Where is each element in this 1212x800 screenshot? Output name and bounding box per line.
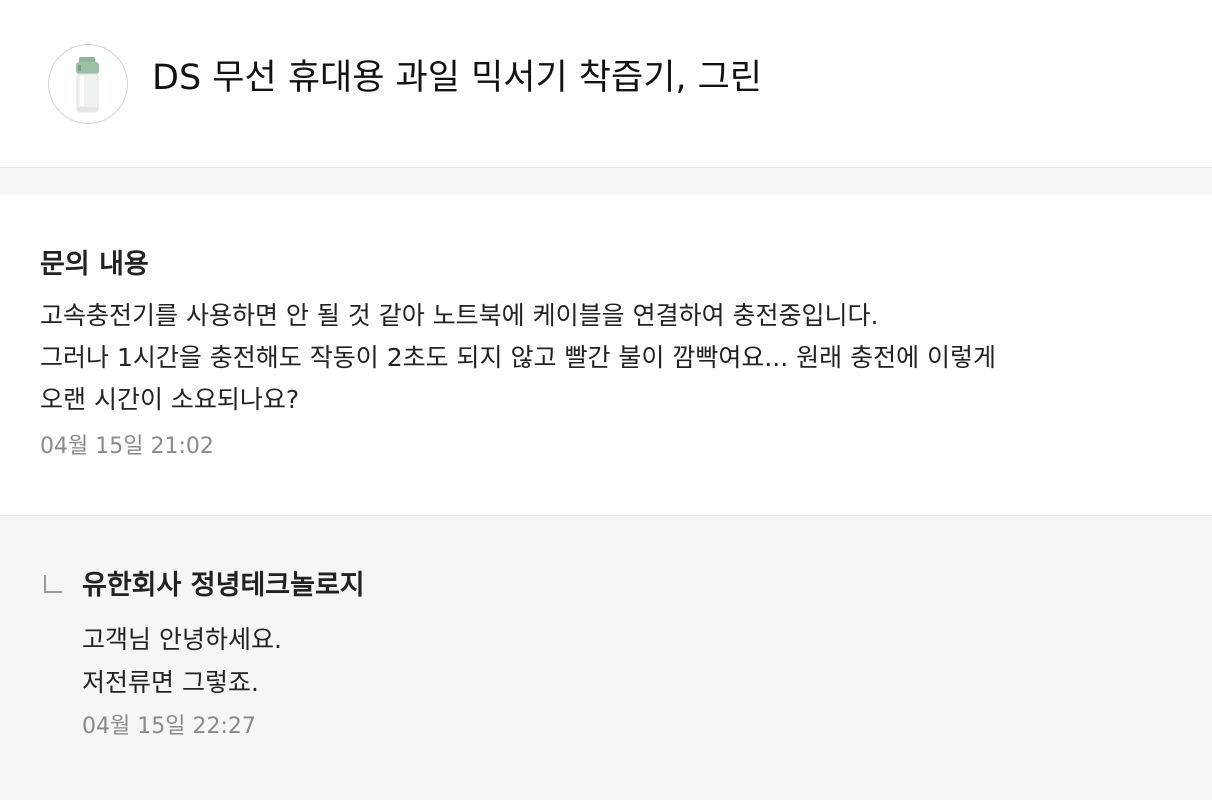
question-line: 고속충전기를 사용하면 안 될 것 같아 노트북에 케이블을 연결하여 충전중입… — [40, 301, 879, 330]
answer-body: 고객님 안녕하세요. 저전류면 그렇죠. — [82, 618, 282, 704]
question-heading: 문의 내용 — [40, 249, 149, 280]
answer-company-name: 유한회사 정녕테크놀로지 — [82, 570, 365, 601]
question-section: 문의 내용 고속충전기를 사용하면 안 될 것 같아 노트북에 케이블을 연결하… — [0, 195, 1212, 516]
section-divider — [0, 168, 1212, 195]
question-timestamp: 04월 15일 21:02 — [40, 434, 214, 459]
question-line: 오랜 시간이 소요되나요? — [40, 385, 300, 414]
question-line: 그러나 1시간을 충전해도 작동이 2초도 되지 않고 빨간 불이 깜빡여요..… — [40, 343, 997, 372]
reply-arrow-icon — [44, 575, 62, 593]
answer-section: 유한회사 정녕테크놀로지 고객님 안녕하세요. 저전류면 그렇죠. 04월 15… — [0, 516, 1212, 800]
answer-line: 고객님 안녕하세요. — [82, 625, 282, 654]
blender-product-icon — [76, 57, 99, 113]
answer-line: 저전류면 그렇죠. — [82, 668, 259, 697]
question-body: 고속충전기를 사용하면 안 될 것 같아 노트북에 케이블을 연결하여 충전중입… — [40, 295, 1180, 421]
product-title[interactable]: DS 무선 휴대용 과일 믹서기 착즙기, 그린 — [152, 56, 762, 100]
product-header: DS 무선 휴대용 과일 믹서기 착즙기, 그린 — [0, 0, 1212, 168]
answer-timestamp: 04월 15일 22:27 — [82, 714, 256, 739]
product-thumbnail[interactable] — [48, 44, 128, 124]
